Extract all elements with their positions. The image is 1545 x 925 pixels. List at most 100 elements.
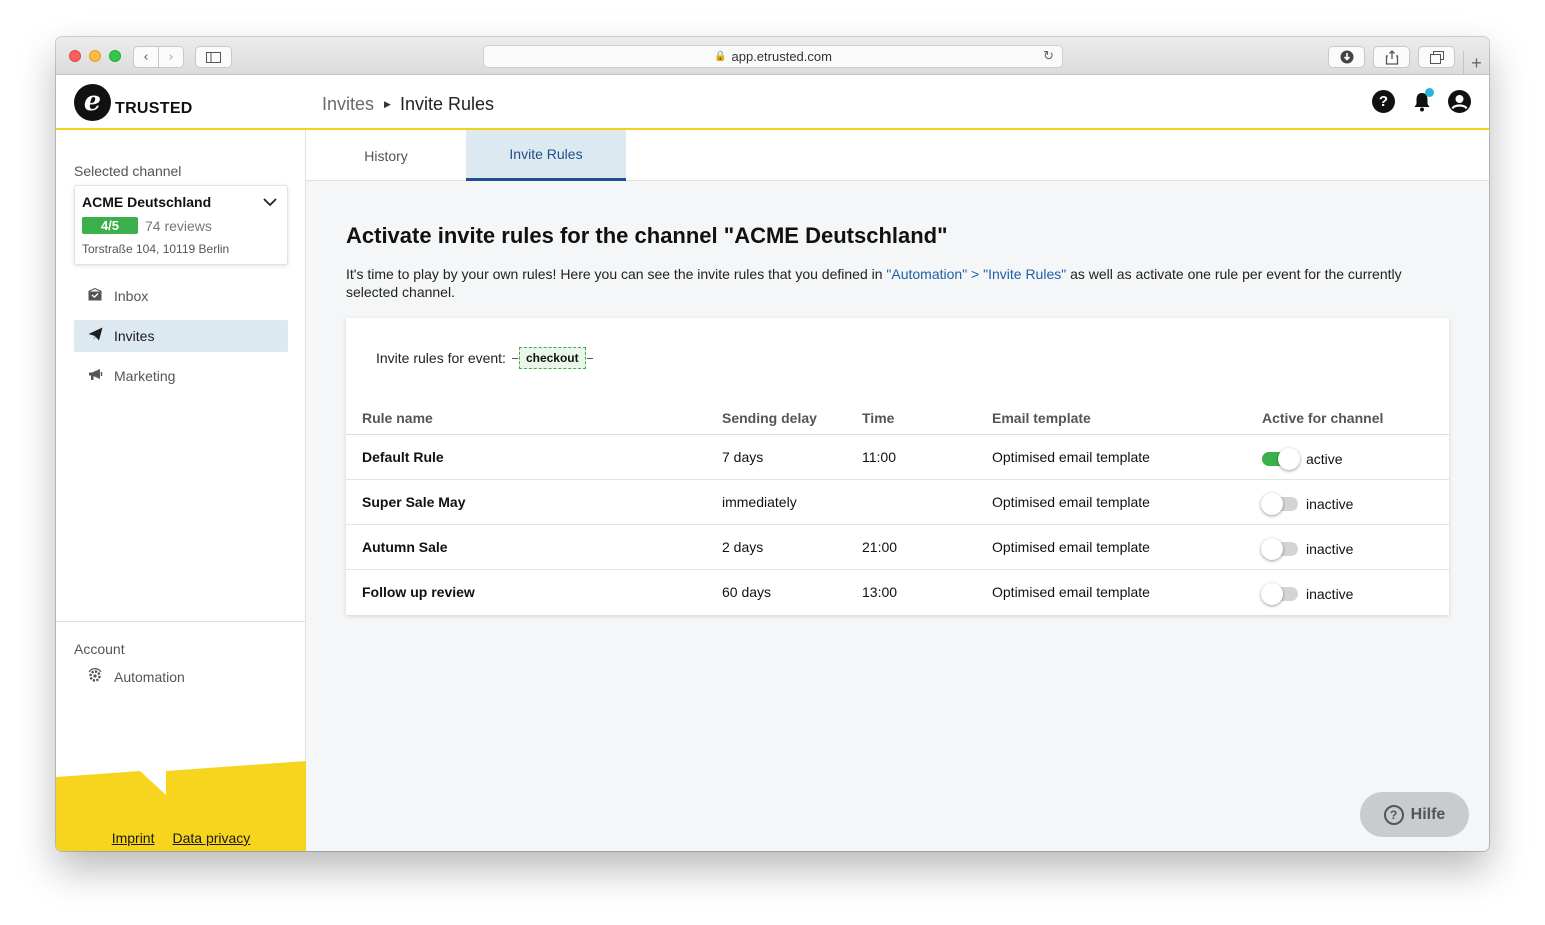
rule-active-cell: inactive	[1261, 569, 1449, 614]
breadcrumb-current: Invite Rules	[399, 94, 494, 114]
rule-time	[862, 479, 992, 525]
active-toggle[interactable]	[1261, 537, 1298, 560]
sidebar-item-automation[interactable]: Automation	[74, 661, 288, 693]
rule-delay: 7 days	[722, 434, 862, 480]
rule-active-cell: inactive	[1261, 524, 1449, 570]
rule-status: active	[1306, 450, 1343, 467]
zoom-window-button[interactable]	[109, 50, 121, 62]
url-text: app.etrusted.com	[731, 49, 832, 64]
sidebar-item-invites[interactable]: Invites	[74, 320, 288, 352]
column-header-rule-name: Rule name	[346, 402, 722, 435]
rule-name: Follow up review	[362, 583, 475, 600]
share-button[interactable]	[1373, 46, 1410, 68]
plus-icon: +	[1471, 52, 1482, 73]
new-tab-button[interactable]: +	[1463, 51, 1489, 75]
rule-time: 13:00	[862, 583, 898, 600]
rule-active-cell: inactive	[1261, 479, 1449, 525]
sidebar-item-inbox[interactable]: Inbox	[74, 280, 288, 312]
table-row: Super Sale May immediately Optimised ema…	[346, 479, 1449, 525]
download-icon	[1340, 50, 1353, 64]
data-privacy-link[interactable]: Data privacy	[172, 830, 250, 846]
event-chip-wrapper: checkout	[511, 347, 593, 369]
invite-rules-link[interactable]: "Automation" > "Invite Rules"	[886, 266, 1066, 282]
chevron-left-icon: ‹	[143, 49, 149, 65]
paper-plane-icon	[85, 327, 105, 345]
downloads-button[interactable]	[1328, 46, 1365, 68]
back-button[interactable]: ‹	[133, 46, 159, 68]
breadcrumb-separator-icon: ▶	[384, 99, 391, 109]
footer-links: Imprint Data privacy	[56, 830, 306, 846]
sidebar-item-label: Invites	[114, 328, 155, 344]
rule-delay: immediately	[722, 479, 862, 525]
active-toggle[interactable]	[1262, 447, 1300, 470]
tab-bar: History Invite Rules	[306, 130, 1489, 181]
rule-name: Autumn Sale	[346, 524, 722, 570]
tabs-overview-button[interactable]	[1418, 46, 1455, 68]
question-circle-icon: ?	[1383, 804, 1404, 825]
selected-channel-label: Selected channel	[74, 163, 182, 179]
rule-delay: 2 days	[722, 524, 862, 570]
sidebar-toggle-button[interactable]	[195, 46, 232, 68]
rule-template: Optimised email template	[992, 479, 1262, 525]
active-toggle[interactable]	[1261, 492, 1298, 515]
app-header: e TRUSTED Invites ▶ Invite Rules ?	[56, 75, 1489, 130]
browser-window: ‹ › 🔒 app.etrusted.com ↻ + e TRUSTED Inv…	[56, 37, 1489, 851]
rule-name: Default Rule	[346, 434, 722, 480]
imprint-link[interactable]: Imprint	[112, 830, 155, 846]
connector-line	[511, 357, 518, 359]
sidebar-item-label: Inbox	[114, 288, 149, 304]
breadcrumb: Invites ▶ Invite Rules	[322, 94, 494, 115]
etrusted-logo[interactable]: e TRUSTED	[74, 84, 193, 121]
help-icon[interactable]: ?	[1372, 90, 1395, 113]
channel-address: Torstraße 104, 10119 Berlin	[82, 242, 230, 256]
breadcrumb-parent[interactable]: Invites	[322, 94, 374, 115]
share-icon	[1385, 49, 1398, 65]
table-row: Follow up review 60 days 13:00 Optimised…	[346, 569, 1449, 614]
forward-button[interactable]: ›	[158, 46, 184, 68]
event-row: Invite rules for event: checkout	[376, 347, 593, 369]
page-title: Activate invite rules for the channel "A…	[346, 223, 948, 248]
sidebar-item-label: Automation	[114, 669, 185, 685]
notification-dot	[1425, 88, 1434, 97]
address-bar[interactable]: 🔒 app.etrusted.com ↻	[483, 45, 1063, 68]
rule-delay: 60 days	[722, 583, 772, 600]
help-chat-button[interactable]: ? Hilfe	[1360, 792, 1469, 837]
table-header-row: Rule name Sending delay Time Email templ…	[346, 402, 1449, 435]
active-toggle[interactable]	[1261, 582, 1298, 605]
minimize-window-button[interactable]	[89, 50, 101, 62]
main-content: History Invite Rules Activate invite rul…	[306, 130, 1489, 851]
chevron-right-icon: ›	[168, 49, 174, 65]
close-window-button[interactable]	[69, 50, 81, 62]
browser-titlebar: ‹ › 🔒 app.etrusted.com ↻ +	[56, 37, 1489, 75]
help-button-label: Hilfe	[1410, 805, 1446, 823]
tabs-icon	[1429, 50, 1444, 64]
bell-icon[interactable]	[1410, 88, 1434, 113]
toggle-knob	[1261, 582, 1283, 605]
rule-active-cell: active	[1262, 434, 1449, 480]
rule-name: Super Sale May	[346, 479, 722, 525]
sidebar-divider	[56, 621, 305, 622]
account-section-label: Account	[74, 641, 125, 657]
column-header-time: Time	[862, 402, 992, 435]
account-icon[interactable]	[1448, 90, 1471, 113]
channel-selector[interactable]: ACME Deutschland 4/5 74 reviews Torstraß…	[74, 185, 288, 265]
rule-time: 11:00	[862, 434, 992, 480]
lock-icon: 🔒	[714, 51, 727, 62]
column-header-sending-delay: Sending delay	[722, 402, 862, 435]
review-count: 74 reviews	[145, 218, 212, 234]
tab-invite-rules[interactable]: Invite Rules	[466, 130, 626, 181]
automation-gear-icon	[85, 667, 105, 687]
chevron-down-icon[interactable]	[263, 194, 277, 210]
rating-badge: 4/5	[82, 217, 138, 234]
rule-status: inactive	[1306, 585, 1354, 602]
rule-template: Optimised email template	[992, 524, 1262, 570]
event-chip[interactable]: checkout	[518, 347, 586, 369]
tab-history[interactable]: History	[306, 130, 466, 181]
column-header-email-template: Email template	[992, 402, 1262, 435]
table-row: Autumn Sale 2 days 21:00 Optimised email…	[346, 524, 1449, 570]
toggle-knob	[1261, 537, 1283, 560]
reload-icon[interactable]: ↻	[1043, 49, 1054, 64]
megaphone-icon	[85, 368, 105, 385]
sidebar-item-marketing[interactable]: Marketing	[74, 360, 288, 392]
rule-time: 21:00	[862, 524, 992, 570]
